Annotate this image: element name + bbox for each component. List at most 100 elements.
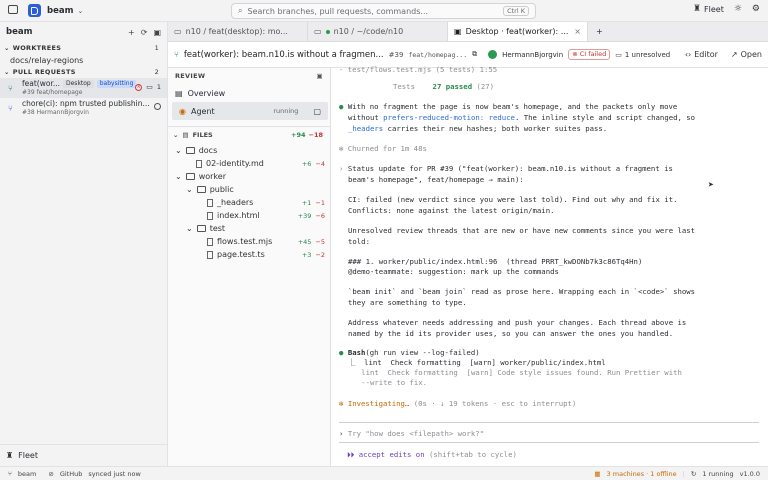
settings-gear-icon[interactable]: ⚙ [752,4,760,14]
tab-label: n10 / feat(desktop): mo... [185,27,288,36]
spinner-icon: ✻ [339,399,344,408]
theme-sun-icon[interactable]: ☼ [734,4,742,14]
file-stats: +3 −2 [302,251,325,259]
terminal-line: Unresolved review threads that are new o… [348,226,696,235]
tests-passed: 27 passed [432,82,473,91]
folder-icon [185,173,195,180]
unresolved-threads-button[interactable]: ▭ 1 unresolved [615,51,670,59]
sidebar-toggle-icon[interactable] [8,5,18,14]
beam-logo-icon [28,4,41,17]
status-machines[interactable]: 3 machines · 1 offline [607,470,677,478]
agent-status: running [273,107,299,115]
tab-label: Desktop · feat(worker): ... [465,27,569,36]
fleet-button[interactable]: ♜ Fleet [693,4,724,14]
file-icon [196,159,202,168]
prompt-divider-bottom [339,442,759,443]
tab-desktop-feat-worker[interactable]: ▣ Desktop · feat(worker): ... × [448,22,588,41]
editor-button[interactable]: ‹› Editor [685,50,718,59]
terminal-line: CI: failed (new verdict since you were l… [348,195,678,204]
file-name: flows.test.mjs [217,237,273,246]
folder-row[interactable]: ⌄ docs [168,144,330,157]
chevron-down-icon: ⌄ [4,68,10,76]
titlebar-actions: ♜ Fleet ☼ ⚙ [693,4,760,14]
ci-status-badge[interactable]: ⊗ CI failed [568,49,611,60]
status-github[interactable]: GitHub [60,470,83,478]
pull-request-icon: ⑂ [8,83,13,93]
tab-n10-desktop[interactable]: ▭ n10 / feat(desktop): mo... [168,22,308,41]
code-link[interactable]: _headers [348,124,383,133]
add-icon[interactable]: + [128,28,135,37]
file-row[interactable]: _headers +1 −1 [168,196,330,209]
folder-row[interactable]: ⌄ public [168,183,330,196]
babysitting-badge: babysitting [96,79,137,88]
accept-edits-label[interactable]: ⏵⏵ accept edits on [347,450,425,459]
desktop-badge: Desktop [63,79,94,88]
file-tree: ⌄ docs 02-identity.md +6 −4 ⌄ worker ⌄ public _he… [168,142,330,261]
new-tab-icon[interactable]: + [596,27,603,36]
worktrees-section-header[interactable]: ⌄ WORKTREES 1 [0,42,167,54]
chevron-down-icon: ⌄ [173,130,179,139]
title-bar: beam ⌄ ⌕ Search branches, pull requests,… [0,0,768,22]
pr-title: chore(ci): npm trusted publishin... [22,99,150,108]
worktree-item[interactable]: docs/relay-regions [0,54,167,66]
copy-icon[interactable]: ⧉ [472,50,477,59]
collapse-panel-icon[interactable]: ▣ [317,72,323,80]
folder-row[interactable]: ⌄ test [168,222,330,235]
worktrees-count: 1 [154,44,159,52]
agent-terminal[interactable]: - test/flows.test.mjs (5 tests) 1:55 Tes… [331,65,768,466]
overview-item[interactable]: ▤ Overview [168,84,330,102]
app-name[interactable]: beam [47,6,73,16]
comment-icon: ▭ [615,50,622,59]
file-row[interactable]: page.test.ts +3 −2 [168,248,330,261]
pr-item-38[interactable]: ⑂ chore(ci): npm trusted publishin... #3… [0,98,167,118]
bash-output-line: lint Check formatting [warn] Code style … [348,368,682,377]
refresh-icon[interactable]: ⟳ [141,28,148,37]
close-tab-icon[interactable]: × [574,27,581,36]
file-deletions: −6 [315,211,325,220]
status-running[interactable]: 1 running [702,470,733,478]
code-link[interactable]: prefers-reduced-motion: reduce [383,113,515,122]
pull-request-icon: ⑂ [8,103,13,113]
status-branch[interactable]: beam [18,470,36,478]
folder-icon [196,225,206,232]
overview-label: Overview [187,88,226,98]
file-row[interactable]: 02-identity.md +6 −4 [168,157,330,170]
file-icon [207,211,213,220]
sidebar-fleet-button[interactable]: ♜ Fleet [0,444,168,466]
prompt-chevron-icon: › [339,164,344,173]
file-name: index.html [217,211,260,220]
file-additions: +3 [301,250,312,259]
files-section-header[interactable]: ⌄ ▤ FILES +94 −18 [168,126,330,142]
terminal-text: without [348,113,384,122]
status-synced: synced just now [88,469,141,478]
author-avatar [488,50,498,59]
pull-requests-section-header[interactable]: ⌄ PULL REQUESTS 2 [0,66,167,78]
folder-row[interactable]: ⌄ worker [168,170,330,183]
terminal-line: Conflicts: none against the latest origi… [348,206,555,215]
folder-name: docs [198,146,218,155]
search-shortcut: Ctrl K [503,6,529,16]
chevron-down-icon: ⌄ [186,224,193,233]
tab-bar: ▭ n10 / feat(desktop): mo... ▭ n10 / ~/c… [168,22,768,42]
mouse-cursor-icon: ➤ [708,180,715,191]
pr-item-39[interactable]: ⑂ feat(wor... Desktop babysitting #39 fe… [0,78,167,98]
file-row[interactable]: index.html +39 −6 [168,209,330,222]
prompt-input[interactable]: › Try "how does <filepath> work?" [339,429,484,438]
code-icon: ‹› [684,50,692,59]
pr-number[interactable]: #39 [389,51,404,59]
agent-item[interactable]: ◉ Agent running ▢ [172,102,328,120]
sidebar-header-icons: + ⟳ ▣ [128,28,161,37]
check-icon: ⊘ [48,469,54,478]
agent-icon: ◉ [179,106,186,116]
search-input[interactable]: ⌕ Search branches, pull requests, comman… [231,3,536,19]
collapse-panel-icon[interactable]: ▣ [153,28,161,37]
file-additions: +1 [301,198,312,207]
open-button[interactable]: ↗ Open [731,50,762,59]
worktree-label: docs/relay-regions [10,55,84,65]
file-row[interactable]: flows.test.mjs +45 −5 [168,235,330,248]
chevron-down-icon[interactable]: ⌄ [77,7,83,15]
file-name: 02-identity.md [206,159,264,168]
chevron-down-icon: ⌄ [175,172,182,181]
tab-n10-code[interactable]: ▭ n10 / ~/code/n10 [308,22,448,41]
terminal-icon[interactable]: ▢ [313,107,321,116]
